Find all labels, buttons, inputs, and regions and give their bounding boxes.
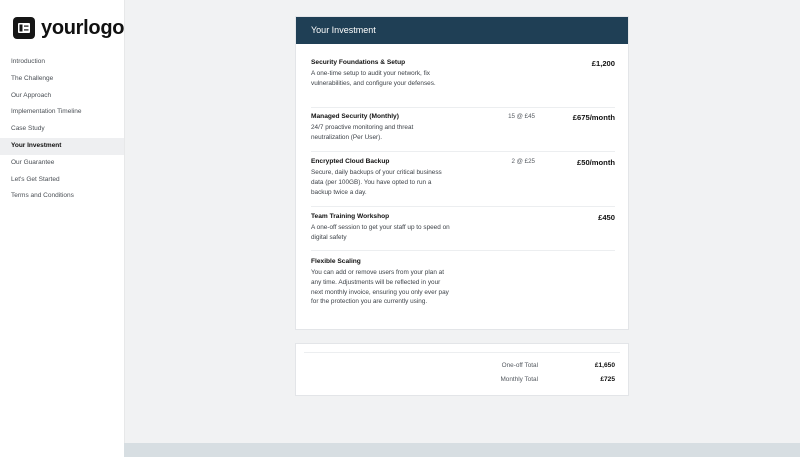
monthly-total-value: £725 xyxy=(600,376,615,383)
line-item: Encrypted Cloud Backup Secure, daily bac… xyxy=(311,158,615,207)
line-item-description: 24/7 proactive monitoring and threat neu… xyxy=(311,124,414,141)
monthly-total-label: Monthly Total xyxy=(500,376,538,383)
logo[interactable]: yourlogo xyxy=(13,17,124,39)
sidebar: yourlogo Introduction The Challenge Our … xyxy=(0,0,124,457)
line-item-description: You can add or remove users from your pl… xyxy=(311,269,449,306)
sidebar-nav: Introduction The Challenge Our Approach … xyxy=(0,54,124,205)
investment-card: Your Investment Security Foundations & S… xyxy=(295,16,629,330)
line-item: Flexible Scaling You can add or remove u… xyxy=(311,258,615,320)
line-item: Team Training Workshop A one-off session… xyxy=(311,213,615,251)
line-item: Managed Security (Monthly) 24/7 proactiv… xyxy=(311,113,615,152)
line-item-description: A one-time setup to audit your network, … xyxy=(311,70,436,87)
nav-item-your-investment[interactable]: Your Investment xyxy=(0,137,124,155)
line-item-quantity: 2 @ £25 xyxy=(511,158,535,165)
line-item-title: Security Foundations & Setup xyxy=(311,59,406,66)
line-item-price: £450 xyxy=(598,213,615,222)
line-item-price: £675/month xyxy=(572,113,615,122)
totals-card: One-off Total £1,650 Monthly Total £725 xyxy=(295,343,629,396)
line-item-description: A one-off session to get your staff up t… xyxy=(311,224,450,241)
nav-item-our-guarantee[interactable]: Our Guarantee xyxy=(0,155,124,172)
nav-item-introduction[interactable]: Introduction xyxy=(0,54,124,71)
nav-item-terms-and-conditions[interactable]: Terms and Conditions xyxy=(0,188,124,205)
oneoff-total-value: £1,650 xyxy=(594,362,615,369)
logo-text: yourlogo xyxy=(41,17,125,39)
monthly-total-row: Monthly Total £725 xyxy=(296,376,630,386)
line-item-quantity: 15 @ £45 xyxy=(508,113,535,120)
footer-band xyxy=(124,443,800,457)
investment-title: Your Investment xyxy=(296,17,628,44)
line-item-title: Flexible Scaling xyxy=(311,258,361,265)
line-item-description: Secure, daily backups of your critical b… xyxy=(311,169,442,196)
line-item-price: £1,200 xyxy=(591,59,615,68)
line-item-price: £50/month xyxy=(577,158,615,167)
nav-item-case-study[interactable]: Case Study xyxy=(0,121,124,138)
nav-item-implementation-timeline[interactable]: Implementation Timeline xyxy=(0,104,124,121)
nav-item-lets-get-started[interactable]: Let's Get Started xyxy=(0,172,124,189)
logo-icon xyxy=(13,17,35,39)
nav-item-our-approach[interactable]: Our Approach xyxy=(0,88,124,105)
oneoff-total-label: One-off Total xyxy=(501,362,538,369)
line-item-title: Team Training Workshop xyxy=(311,213,390,220)
divider xyxy=(304,352,620,353)
nav-item-the-challenge[interactable]: The Challenge xyxy=(0,71,124,88)
line-item-title: Managed Security (Monthly) xyxy=(311,113,399,120)
oneoff-total-row: One-off Total £1,650 xyxy=(296,362,630,372)
line-item: Security Foundations & Setup A one-time … xyxy=(311,59,615,108)
line-item-title: Encrypted Cloud Backup xyxy=(311,158,390,165)
